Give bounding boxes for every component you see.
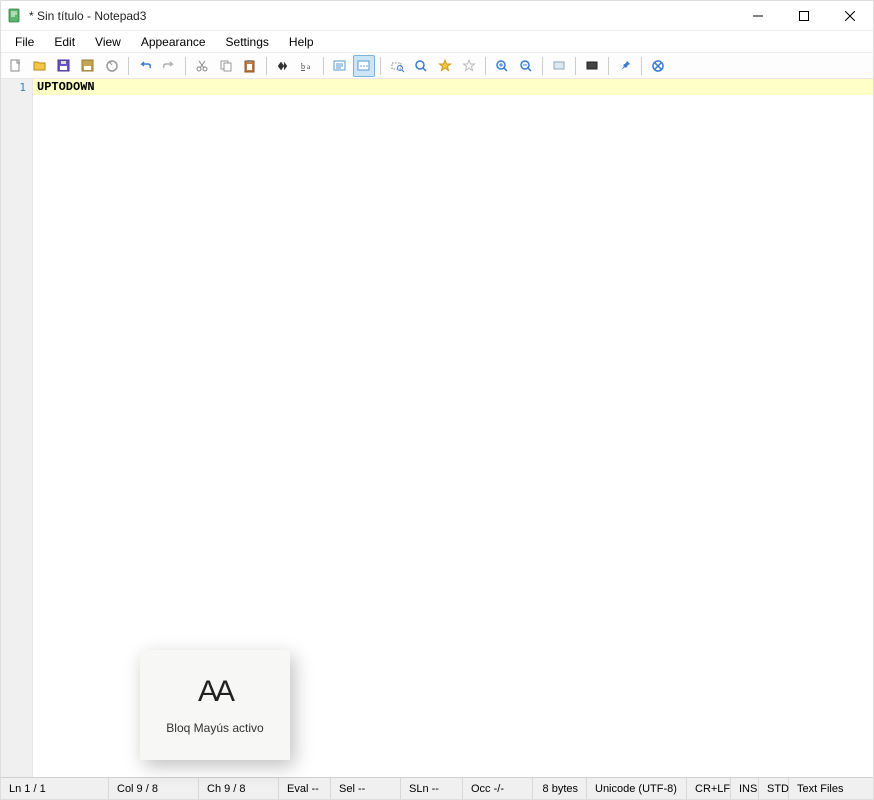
line-number: 1 (1, 80, 32, 96)
cut-button[interactable] (191, 55, 213, 77)
status-encoding[interactable]: Unicode (UTF-8) (587, 778, 687, 799)
paste-button[interactable] (239, 55, 261, 77)
save-button[interactable] (53, 55, 75, 77)
status-eol[interactable]: CR+LF (687, 778, 731, 799)
open-folder-button[interactable] (29, 55, 51, 77)
window-title: * Sin título - Notepad3 (29, 9, 735, 23)
redo-button[interactable] (158, 55, 180, 77)
menu-view[interactable]: View (85, 33, 131, 51)
editor-text: UPTODOWN (37, 80, 95, 94)
zoom-out-button[interactable] (515, 55, 537, 77)
status-eval[interactable]: Eval -- (279, 778, 331, 799)
status-selection-lines[interactable]: SLn -- (401, 778, 463, 799)
toolbar-separator (542, 57, 543, 75)
status-insert-mode[interactable]: INS (731, 778, 759, 799)
exit-button[interactable] (647, 55, 669, 77)
save-as-button[interactable] (77, 55, 99, 77)
toolbar-separator (185, 57, 186, 75)
toolbar-separator (128, 57, 129, 75)
editor-line[interactable]: UPTODOWN (33, 79, 873, 95)
toolbar-separator (641, 57, 642, 75)
menu-appearance[interactable]: Appearance (131, 33, 216, 51)
toolbar-separator (608, 57, 609, 75)
show-whitespace-button[interactable] (353, 55, 375, 77)
word-wrap-button[interactable] (329, 55, 351, 77)
status-selection[interactable]: Sel -- (331, 778, 401, 799)
menu-help[interactable]: Help (279, 33, 324, 51)
caps-lock-popup: AA Bloq Mayús activo (140, 650, 290, 760)
favorite-button[interactable] (434, 55, 456, 77)
status-char[interactable]: Ch 9 / 8 (199, 778, 279, 799)
toolbar: ba (1, 53, 873, 79)
zoom-in-button[interactable] (491, 55, 513, 77)
config-button[interactable] (581, 55, 603, 77)
svg-text:b: b (301, 62, 305, 71)
find-button[interactable] (272, 55, 294, 77)
maximize-button[interactable] (781, 1, 827, 31)
statusbar: Ln 1 / 1 Col 9 / 8 Ch 9 / 8 Eval -- Sel … (1, 777, 873, 799)
new-file-button[interactable] (5, 55, 27, 77)
status-std[interactable]: STD (759, 778, 789, 799)
caps-lock-icon: AA (198, 675, 232, 709)
titlebar: * Sin título - Notepad3 (1, 1, 873, 31)
menu-settings[interactable]: Settings (216, 33, 279, 51)
status-filetype[interactable]: Text Files (789, 778, 851, 799)
copy-button[interactable] (215, 55, 237, 77)
zoom-fit-button[interactable] (410, 55, 432, 77)
menubar: File Edit View Appearance Settings Help (1, 31, 873, 53)
revert-button[interactable] (101, 55, 123, 77)
line-number-gutter: 1 (1, 79, 33, 777)
svg-text:a: a (307, 63, 311, 71)
add-favorite-button[interactable] (458, 55, 480, 77)
status-line[interactable]: Ln 1 / 1 (1, 778, 109, 799)
undo-button[interactable] (134, 55, 156, 77)
replace-button[interactable]: ba (296, 55, 318, 77)
pin-button[interactable] (614, 55, 636, 77)
toolbar-separator (266, 57, 267, 75)
status-bytes[interactable]: 8 bytes (533, 778, 587, 799)
caps-lock-label: Bloq Mayús activo (166, 721, 263, 735)
zoom-selection-button[interactable] (386, 55, 408, 77)
editor-area[interactable]: 1 UPTODOWN (1, 79, 873, 777)
menu-edit[interactable]: Edit (44, 33, 85, 51)
window-controls (735, 1, 873, 31)
close-button[interactable] (827, 1, 873, 31)
status-column[interactable]: Col 9 / 8 (109, 778, 199, 799)
minimize-button[interactable] (735, 1, 781, 31)
app-icon (7, 8, 23, 24)
toolbar-separator (575, 57, 576, 75)
status-occurrences[interactable]: Occ -/- (463, 778, 533, 799)
schemes-button[interactable] (548, 55, 570, 77)
toolbar-separator (323, 57, 324, 75)
toolbar-separator (380, 57, 381, 75)
toolbar-separator (485, 57, 486, 75)
app-window: * Sin título - Notepad3 File Edit View A… (0, 0, 874, 800)
menu-file[interactable]: File (5, 33, 44, 51)
